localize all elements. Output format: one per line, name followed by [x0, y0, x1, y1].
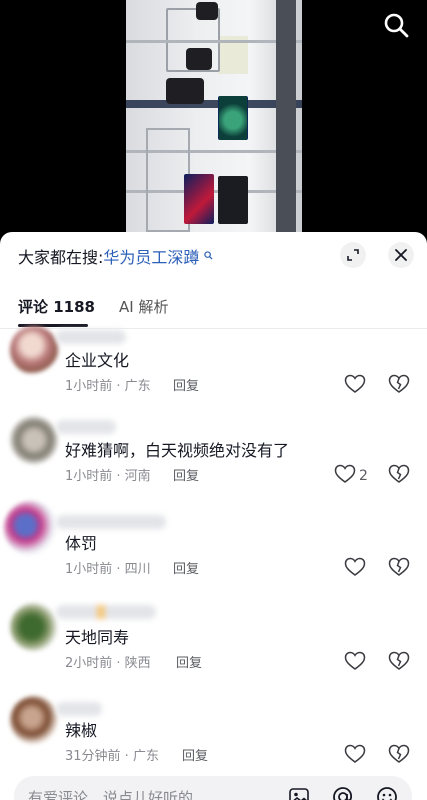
- video-frame: [126, 0, 302, 240]
- reply-button[interactable]: 回复: [182, 748, 208, 766]
- video-screen: [184, 174, 214, 224]
- like-button[interactable]: [344, 557, 369, 581]
- like-count: 2: [359, 468, 368, 484]
- comment-item: 企业文化 1小时前 · 广东 回复: [0, 326, 427, 416]
- avatar[interactable]: [10, 696, 58, 744]
- reply-button[interactable]: 回复: [173, 468, 199, 486]
- avatar[interactable]: [10, 326, 58, 374]
- comment-tabs: 评论 1188 AI 解析: [0, 292, 427, 329]
- broken-heart-icon[interactable]: [388, 557, 412, 581]
- trending-search-keyword[interactable]: 华为员工深蹲: [103, 248, 199, 267]
- close-icon[interactable]: [388, 242, 414, 268]
- video-pillar: [276, 0, 296, 240]
- nickname[interactable]: [56, 605, 156, 619]
- search-icon[interactable]: [381, 10, 411, 40]
- avatar[interactable]: [10, 603, 58, 651]
- tab-ai-analysis[interactable]: AI 解析: [119, 296, 168, 318]
- reply-button[interactable]: 回复: [173, 378, 199, 396]
- heart-icon: [334, 464, 356, 488]
- nickname[interactable]: [56, 515, 166, 529]
- heart-icon: [344, 374, 366, 398]
- broken-heart-icon[interactable]: [388, 651, 412, 675]
- emoji-icon[interactable]: [376, 786, 398, 800]
- tab-comments[interactable]: 评论 1188: [18, 296, 95, 318]
- comment-text: 辣椒: [65, 721, 98, 740]
- comment-input[interactable]: 有爱评论，说点儿好听的: [14, 776, 412, 800]
- nickname[interactable]: [56, 330, 126, 344]
- comment-text: 天地同寿: [65, 628, 130, 647]
- comment-meta: 1小时前 · 四川: [65, 562, 151, 577]
- video-screen: [219, 96, 247, 140]
- avatar[interactable]: [4, 501, 58, 555]
- comment-meta: 31分钟前 · 广东: [65, 749, 159, 764]
- expand-icon[interactable]: [340, 242, 366, 268]
- comment-input-placeholder: 有爱评论，说点儿好听的: [28, 789, 194, 800]
- avatar[interactable]: [10, 416, 58, 464]
- like-button[interactable]: [344, 744, 369, 768]
- comment-meta: 1小时前 · 广东: [65, 379, 151, 394]
- broken-heart-icon[interactable]: [388, 744, 412, 768]
- comment-meta: 1小时前 · 河南: [65, 469, 151, 484]
- comment-item: 体罚 1小时前 · 四川 回复: [0, 501, 427, 599]
- nickname[interactable]: [56, 420, 116, 434]
- video-person: [166, 78, 204, 104]
- video-screen: [218, 176, 248, 224]
- comment-text: 体罚: [65, 534, 98, 553]
- video-player[interactable]: [0, 0, 427, 240]
- comment-meta: 2小时前 · 陕西: [65, 656, 151, 671]
- video-person: [186, 48, 212, 70]
- reply-button[interactable]: 回复: [176, 655, 202, 673]
- nickname[interactable]: [56, 702, 102, 716]
- comment-item: 天地同寿 2小时前 · 陕西 回复: [0, 603, 427, 693]
- comment-item: 辣椒 31分钟前 · 广东 回复: [0, 696, 427, 786]
- heart-icon: [344, 651, 366, 675]
- comment-sheet: 大家都在搜:华为员工深蹲 评论 1188 AI 解析 企业文化 1小时前 · 广…: [0, 232, 427, 800]
- heart-icon: [344, 744, 366, 768]
- like-button[interactable]: 2: [334, 464, 368, 488]
- video-person: [196, 2, 218, 20]
- trending-search-prefix: 大家都在搜:: [18, 248, 104, 267]
- broken-heart-icon[interactable]: [388, 464, 412, 488]
- image-icon[interactable]: [288, 786, 310, 800]
- comment-item: 好难猜啊，白天视频绝对没有了 1小时前 · 河南 回复 2: [0, 416, 427, 506]
- small-search-icon: [200, 251, 213, 263]
- comment-text: 企业文化: [65, 351, 130, 370]
- heart-icon: [344, 557, 366, 581]
- like-button[interactable]: [344, 651, 369, 675]
- at-icon[interactable]: [332, 786, 354, 800]
- comment-text: 好难猜啊，白天视频绝对没有了: [65, 441, 290, 460]
- like-button[interactable]: [344, 374, 369, 398]
- trending-search[interactable]: 大家都在搜:华为员工深蹲: [18, 247, 213, 269]
- broken-heart-icon[interactable]: [388, 374, 412, 398]
- reply-button[interactable]: 回复: [173, 561, 199, 579]
